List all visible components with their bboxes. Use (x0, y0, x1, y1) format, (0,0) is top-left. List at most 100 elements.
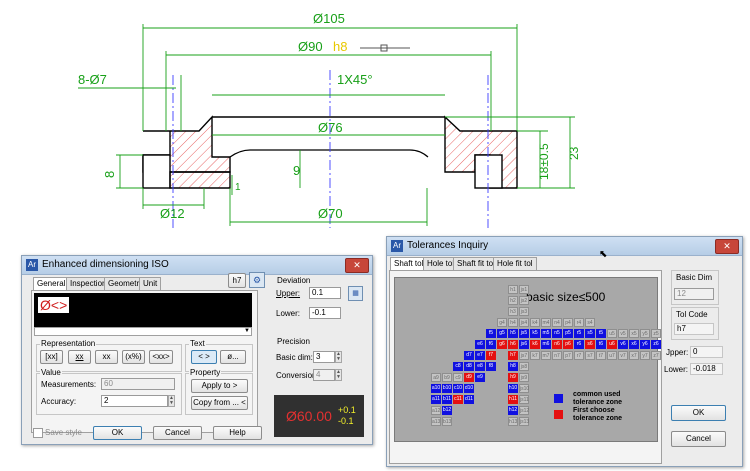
tol-cell-h13[interactable]: h13 (508, 417, 518, 426)
tol-cell-h12[interactable]: h12 (508, 406, 518, 415)
tol-cell-js2[interactable]: js2 (519, 296, 529, 305)
repr-box-button[interactable]: xx (95, 350, 118, 364)
tol-cell-e6[interactable]: e6 (475, 340, 485, 349)
tol-cell-v7[interactable]: v7 (618, 351, 628, 360)
tol-cell-js13[interactable]: js13 (519, 417, 529, 426)
tol-cell-f5[interactable]: f5 (486, 329, 496, 338)
tab-shaft-fit-tol[interactable]: Shaft fit tol (453, 257, 499, 270)
tol-cell-p6[interactable]: p6 (563, 340, 573, 349)
tol-cell-b13[interactable]: b13 (442, 417, 452, 426)
tab-general[interactable]: General (33, 277, 70, 291)
tol-code-field[interactable]: h7 (674, 323, 714, 335)
tab-shaft-tol[interactable]: Shaft tol (390, 257, 428, 271)
tol-cell-e7[interactable]: e7 (475, 351, 485, 360)
tol-cell-k6[interactable]: k6 (530, 340, 540, 349)
tab-hole-fit-tol[interactable]: Hole fit tol (493, 257, 537, 270)
tol-cell-k4[interactable]: k4 (530, 318, 540, 327)
dim-cancel-button[interactable]: Cancel (153, 426, 202, 440)
tol-cell-e8[interactable]: e8 (475, 362, 485, 371)
tol-cell-g4[interactable]: g4 (497, 318, 507, 327)
accuracy-field[interactable]: 2 (101, 395, 168, 407)
tol-cell-c11[interactable]: c11 (453, 395, 463, 404)
tol-cell-t5[interactable]: t5 (596, 329, 606, 338)
tol-cell-a10[interactable]: a10 (431, 384, 441, 393)
tol-cell-s7[interactable]: s7 (585, 351, 595, 360)
settings-icon[interactable]: ⚙ (249, 272, 265, 288)
tol-lower-field[interactable]: -0.018 (690, 363, 723, 375)
tol-cell-a11[interactable]: a11 (431, 395, 441, 404)
tol-cell-x7[interactable]: x7 (629, 351, 639, 360)
tol-cell-z7[interactable]: z7 (651, 351, 661, 360)
tol-cell-v6[interactable]: v6 (618, 340, 628, 349)
repr-underline-button[interactable]: xx (68, 350, 91, 364)
tol-cell-b9[interactable]: b9 (442, 373, 452, 382)
tol-cell-js5[interactable]: js5 (519, 329, 529, 338)
tol-cell-y6[interactable]: y6 (640, 340, 650, 349)
tol-cell-n5[interactable]: n5 (552, 329, 562, 338)
tol-cell-h1[interactable]: h1 (508, 285, 518, 294)
tol-cell-u5[interactable]: u5 (607, 329, 617, 338)
tol-cell-x5[interactable]: x5 (629, 329, 639, 338)
tol-cell-y7[interactable]: y7 (640, 351, 650, 360)
tol-cell-z5[interactable]: z5 (651, 329, 661, 338)
tol-cell-r5[interactable]: r5 (574, 329, 584, 338)
tol-cell-c10[interactable]: c10 (453, 384, 463, 393)
tol-ok-button[interactable]: OK (671, 405, 726, 421)
tol-cell-b12[interactable]: b12 (442, 406, 452, 415)
tol-cell-js7[interactable]: js7 (519, 351, 529, 360)
tol-cell-c9[interactable]: c9 (453, 373, 463, 382)
tol-cell-js1[interactable]: js1 (519, 285, 529, 294)
basic-dim-spinner[interactable]: ▲ ▼ (335, 351, 342, 363)
tol-cell-d9[interactable]: d9 (464, 373, 474, 382)
tol-cell-p5[interactable]: p5 (563, 329, 573, 338)
tol-cell-f8[interactable]: f8 (486, 362, 496, 371)
tol-cell-s4[interactable]: s4 (585, 318, 595, 327)
tol-cell-t7[interactable]: t7 (596, 351, 606, 360)
tol-cell-a9[interactable]: a9 (431, 373, 441, 382)
tol-cell-js10[interactable]: js10 (519, 384, 529, 393)
tol-cell-a12[interactable]: a12 (431, 406, 441, 415)
tol-cell-js9[interactable]: js9 (519, 373, 529, 382)
tol-cell-js6[interactable]: js6 (519, 340, 529, 349)
tol-cell-k5[interactable]: k5 (530, 329, 540, 338)
repr-percent-button[interactable]: (x%) (122, 350, 145, 364)
dim-help-button[interactable]: Help (213, 426, 262, 440)
close-icon[interactable]: ✕ (345, 258, 369, 273)
tol-cancel-button[interactable]: Cancel (671, 431, 726, 447)
tol-basic-dim-field[interactable]: 12 (674, 288, 714, 300)
tol-cell-h8[interactable]: h8 (508, 362, 518, 371)
tol-cell-r6[interactable]: r6 (574, 340, 584, 349)
tol-cell-p4[interactable]: p4 (563, 318, 573, 327)
tol-cell-js8[interactable]: js8 (519, 362, 529, 371)
upper-deviation-field[interactable]: 0.1 (309, 287, 341, 299)
tol-cell-js11[interactable]: js11 (519, 395, 529, 404)
tol-cell-t6[interactable]: t6 (596, 340, 606, 349)
tol-cell-g5[interactable]: g5 (497, 329, 507, 338)
tol-upper-field[interactable]: 0 (690, 346, 723, 358)
tol-cell-d11[interactable]: d11 (464, 395, 474, 404)
tol-cell-h11[interactable]: h11 (508, 395, 518, 404)
tol-cell-m4[interactable]: m4 (541, 318, 551, 327)
tol-close-icon[interactable]: ✕ (715, 239, 739, 254)
tol-cell-js3[interactable]: js3 (519, 307, 529, 316)
dim-ok-button[interactable]: OK (93, 426, 142, 440)
conversion-spinner[interactable]: ▲ ▼ (335, 369, 342, 381)
dim-dialog-titlebar[interactable]: Ar Enhanced dimensioning ISO ✕ (22, 256, 372, 275)
tol-cell-n4[interactable]: n4 (552, 318, 562, 327)
tol-cell-n6[interactable]: n6 (552, 340, 562, 349)
tol-dialog-titlebar[interactable]: Ar Tolerances Inquiry ✕ (387, 237, 742, 256)
tol-cell-s6[interactable]: s6 (585, 340, 595, 349)
tol-cell-d8[interactable]: d8 (464, 362, 474, 371)
tol-cell-z6[interactable]: z6 (651, 340, 661, 349)
tol-cell-js4[interactable]: js4 (519, 318, 529, 327)
tol-cell-r4[interactable]: r4 (574, 318, 584, 327)
tol-cell-h3[interactable]: h3 (508, 307, 518, 316)
editor-scroll-dropdown[interactable]: ▼ (34, 327, 252, 336)
tol-cell-a13[interactable]: a13 (431, 417, 441, 426)
tol-cell-b11[interactable]: b11 (442, 395, 452, 404)
tol-cell-h7[interactable]: h7 (508, 351, 518, 360)
basic-dim-field[interactable]: 3 (313, 351, 335, 363)
tol-cell-f7[interactable]: f7 (486, 351, 496, 360)
repr-angle-button[interactable]: <xx> (149, 350, 173, 364)
conversion-field[interactable]: 4 (313, 369, 335, 381)
